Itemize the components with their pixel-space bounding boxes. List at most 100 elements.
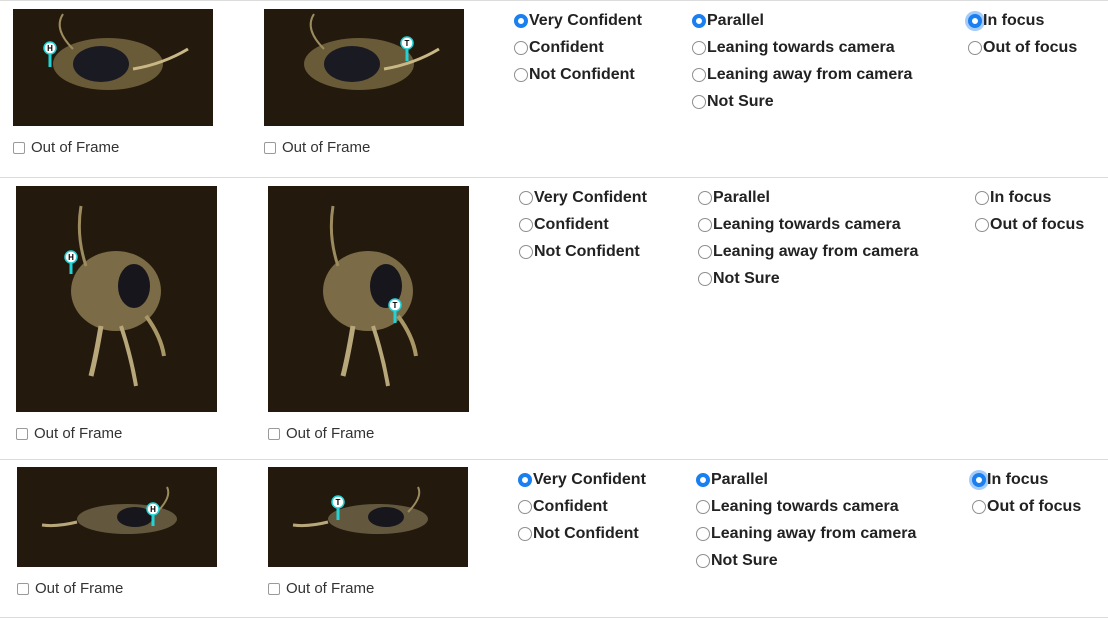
- confidence-option[interactable]: Confident: [518, 493, 646, 520]
- confidence-label: Not Confident: [529, 65, 635, 83]
- radio-icon[interactable]: [698, 271, 712, 286]
- focus-label: In focus: [990, 188, 1052, 206]
- radio-icon[interactable]: [692, 67, 706, 82]
- tail-marker-label: T: [336, 498, 341, 507]
- out-of-frame-label: Out of Frame: [31, 139, 120, 156]
- tail-image[interactable]: T: [268, 186, 469, 412]
- confidence-label: Not Confident: [533, 524, 639, 542]
- radio-selected-icon[interactable]: [514, 13, 528, 28]
- orientation-option[interactable]: Leaning towards camera: [696, 493, 916, 520]
- head-image[interactable]: H: [13, 9, 213, 126]
- confidence-group: Very Confident Confident Not Confident: [518, 466, 646, 547]
- focus-option[interactable]: Out of focus: [972, 493, 1081, 520]
- radio-icon[interactable]: [519, 244, 533, 259]
- focus-option[interactable]: Out of focus: [968, 34, 1077, 61]
- head-marker-label: H: [47, 44, 53, 53]
- radio-icon[interactable]: [692, 94, 706, 109]
- focus-option[interactable]: In focus: [972, 466, 1081, 493]
- confidence-group: Very Confident Confident Not Confident: [519, 184, 647, 265]
- orientation-option[interactable]: Leaning away from camera: [698, 238, 918, 265]
- focus-label: In focus: [983, 11, 1045, 29]
- out-of-frame-checkbox[interactable]: Out of Frame: [268, 580, 374, 597]
- focus-option[interactable]: In focus: [975, 184, 1084, 211]
- confidence-option[interactable]: Very Confident: [514, 7, 642, 34]
- confidence-label: Very Confident: [534, 188, 647, 206]
- confidence-label: Not Confident: [534, 242, 640, 260]
- radio-icon[interactable]: [696, 499, 710, 514]
- out-of-frame-label: Out of Frame: [286, 425, 375, 442]
- tail-image[interactable]: T: [268, 467, 468, 567]
- out-of-frame-checkbox[interactable]: Out of Frame: [13, 139, 119, 156]
- head-image[interactable]: H: [16, 186, 217, 412]
- focus-group: In focus Out of focus: [968, 7, 1077, 61]
- out-of-frame-checkbox[interactable]: Out of Frame: [268, 425, 374, 442]
- orientation-option[interactable]: Not Sure: [698, 265, 918, 292]
- radio-selected-icon[interactable]: [692, 13, 706, 28]
- orientation-option[interactable]: Leaning towards camera: [692, 34, 912, 61]
- radio-selected-icon[interactable]: [518, 472, 532, 487]
- out-of-frame-checkbox[interactable]: Out of Frame: [264, 139, 370, 156]
- radio-icon[interactable]: [698, 190, 712, 205]
- confidence-option[interactable]: Not Confident: [519, 238, 647, 265]
- orientation-option[interactable]: Not Sure: [692, 88, 912, 115]
- radio-selected-icon[interactable]: [972, 472, 986, 487]
- radio-icon[interactable]: [968, 40, 982, 55]
- orientation-option[interactable]: Leaning away from camera: [696, 520, 916, 547]
- focus-option[interactable]: In focus: [968, 7, 1077, 34]
- orientation-option[interactable]: Leaning away from camera: [692, 61, 912, 88]
- checkbox-box[interactable]: [268, 582, 280, 595]
- orientation-option[interactable]: Not Sure: [696, 547, 916, 574]
- radio-icon[interactable]: [696, 553, 710, 568]
- checkbox-box[interactable]: [16, 427, 28, 440]
- radio-icon[interactable]: [698, 244, 712, 259]
- checkbox-box[interactable]: [17, 582, 29, 595]
- out-of-frame-checkbox[interactable]: Out of Frame: [17, 580, 123, 597]
- tail-marker-label: T: [405, 39, 410, 48]
- orientation-label: Not Sure: [713, 269, 780, 287]
- radio-icon[interactable]: [518, 526, 532, 541]
- orientation-label: Leaning towards camera: [707, 38, 895, 56]
- checkbox-box[interactable]: [264, 141, 276, 154]
- radio-selected-icon[interactable]: [696, 472, 710, 487]
- checkbox-box[interactable]: [268, 427, 280, 440]
- radio-icon[interactable]: [519, 217, 533, 232]
- out-of-frame-label: Out of Frame: [34, 425, 123, 442]
- radio-icon[interactable]: [696, 526, 710, 541]
- orientation-label: Leaning away from camera: [711, 524, 917, 542]
- radio-icon[interactable]: [972, 499, 986, 514]
- radio-icon[interactable]: [519, 190, 533, 205]
- checkbox-box[interactable]: [13, 141, 25, 154]
- confidence-label: Very Confident: [529, 11, 642, 29]
- radio-icon[interactable]: [975, 190, 989, 205]
- confidence-label: Confident: [529, 38, 604, 56]
- row-divider: [0, 459, 1108, 460]
- tail-marker-label: T: [393, 301, 398, 310]
- confidence-option[interactable]: Very Confident: [518, 466, 646, 493]
- radio-icon[interactable]: [698, 217, 712, 232]
- orientation-option[interactable]: Leaning towards camera: [698, 211, 918, 238]
- orientation-option[interactable]: Parallel: [698, 184, 918, 211]
- tail-image[interactable]: T: [264, 9, 464, 126]
- confidence-option[interactable]: Confident: [514, 34, 642, 61]
- radio-icon[interactable]: [975, 217, 989, 232]
- confidence-option[interactable]: Very Confident: [519, 184, 647, 211]
- orientation-option[interactable]: Parallel: [692, 7, 912, 34]
- radio-icon[interactable]: [514, 40, 528, 55]
- focus-option[interactable]: Out of focus: [975, 211, 1084, 238]
- confidence-option[interactable]: Confident: [519, 211, 647, 238]
- out-of-frame-checkbox[interactable]: Out of Frame: [16, 425, 122, 442]
- confidence-option[interactable]: Not Confident: [514, 61, 642, 88]
- orientation-label: Leaning towards camera: [713, 215, 901, 233]
- row-divider: [0, 177, 1108, 178]
- radio-selected-icon[interactable]: [968, 13, 982, 28]
- radio-icon[interactable]: [692, 40, 706, 55]
- radio-icon[interactable]: [518, 499, 532, 514]
- orientation-option[interactable]: Parallel: [696, 466, 916, 493]
- confidence-option[interactable]: Not Confident: [518, 520, 646, 547]
- out-of-frame-label: Out of Frame: [35, 580, 124, 597]
- orientation-group: Parallel Leaning towards camera Leaning …: [692, 7, 912, 115]
- radio-icon[interactable]: [514, 67, 528, 82]
- focus-label: Out of focus: [987, 497, 1082, 515]
- head-image[interactable]: H: [17, 467, 217, 567]
- orientation-label: Not Sure: [707, 92, 774, 110]
